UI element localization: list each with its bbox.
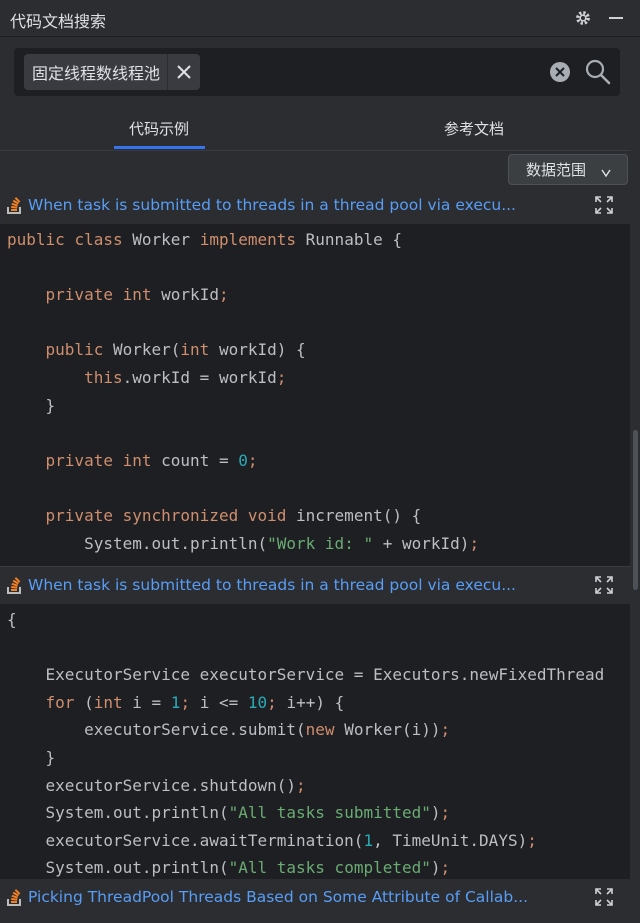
data-range-dropdown[interactable]: 数据范围: [508, 154, 628, 185]
chevron-down-icon: [600, 164, 612, 178]
close-icon[interactable]: [168, 54, 200, 90]
search-icon[interactable]: [584, 58, 612, 86]
expand-icon[interactable]: [594, 887, 614, 907]
code-line: executorService.submit(new Worker(i));: [84, 720, 451, 740]
code-line: executorService.shutdown();: [45, 775, 306, 795]
code-snippet: { ExecutorService executorService = Exec…: [0, 604, 630, 879]
code-line: ExecutorService executorService = Execut…: [45, 665, 605, 685]
scrollbar-thumb[interactable]: [633, 430, 638, 590]
gear-icon[interactable]: [573, 8, 593, 28]
search-bar: 固定线程数线程池: [14, 48, 620, 96]
code-line: private int count = 0;: [45, 450, 258, 470]
tab-bar: 代码示例 参考文档: [0, 104, 640, 151]
clear-circle-icon[interactable]: [549, 61, 571, 83]
minimize-icon[interactable]: [606, 8, 626, 28]
code-line: }: [7, 395, 56, 415]
tab-reference-docs[interactable]: 参考文档: [444, 118, 504, 139]
active-tab-indicator: [114, 146, 205, 149]
code-line: public class Worker implements Runnable …: [7, 230, 402, 249]
result-header: When task is submitted to threads in a t…: [0, 567, 640, 603]
code-line: for (int i = 1; i <= 10; i++) {: [45, 692, 345, 712]
code-line: private int workId;: [45, 285, 229, 305]
result-title-link[interactable]: When task is submitted to threads in a t…: [28, 576, 516, 594]
code-line: System.out.println("All tasks completed"…: [45, 858, 451, 878]
code-line: System.out.println("All tasks submitted"…: [45, 803, 451, 823]
tab-code-examples[interactable]: 代码示例: [129, 118, 189, 139]
code-line: System.out.println("Work id: " + workId)…: [84, 533, 480, 553]
code-line: private synchronized void increment() {: [45, 506, 422, 525]
window-title: 代码文档搜索: [10, 12, 107, 31]
result-header: Picking ThreadPool Threads Based on Some…: [0, 879, 640, 915]
result-title-link[interactable]: Picking ThreadPool Threads Based on Some…: [28, 888, 528, 906]
code-line: executorService.awaitTermination(1, Time…: [45, 830, 537, 850]
result-title-link[interactable]: When task is submitted to threads in a t…: [28, 196, 516, 214]
expand-icon[interactable]: [594, 575, 614, 595]
code-line: {: [7, 610, 17, 629]
expand-icon[interactable]: [594, 195, 614, 215]
code-line: public Worker(int workId) {: [45, 340, 306, 360]
stackoverflow-icon: [4, 887, 24, 907]
code-snippet: public class Worker implements Runnable …: [0, 224, 630, 566]
search-chip-text: 固定线程数线程池: [32, 64, 161, 83]
code-line: this.workId = workId;: [84, 368, 287, 387]
title-bar: 代码文档搜索: [0, 0, 640, 37]
search-chip: 固定线程数线程池: [24, 54, 201, 90]
result-header: When task is submitted to threads in a t…: [0, 187, 640, 223]
stackoverflow-icon: [4, 575, 24, 595]
code-line: }: [7, 748, 56, 767]
stackoverflow-icon: [4, 195, 24, 215]
data-range-label: 数据范围: [526, 161, 587, 179]
